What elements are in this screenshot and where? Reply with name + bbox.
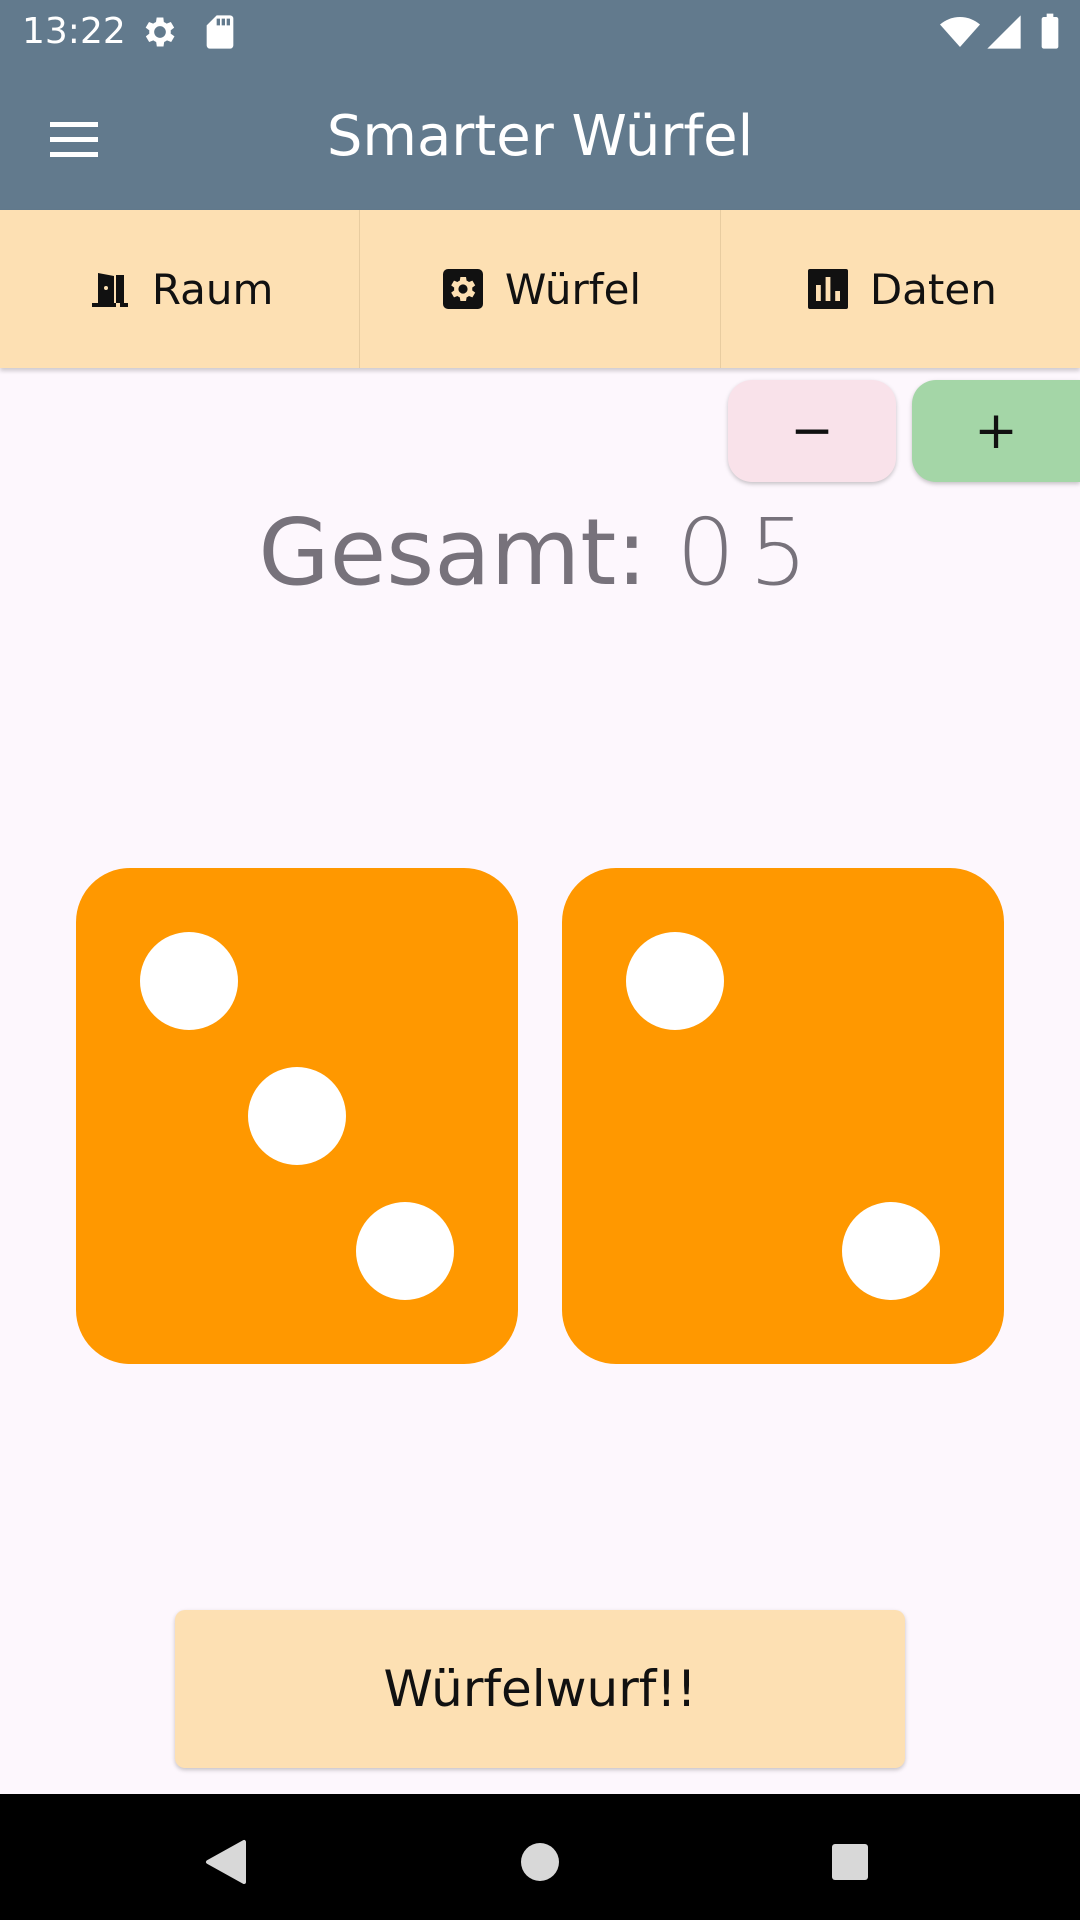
recents-icon[interactable] — [810, 1822, 890, 1902]
system-nav-bar — [0, 1794, 1080, 1920]
die-pip — [626, 932, 724, 1030]
decrease-dice-button[interactable]: − — [728, 380, 896, 482]
die-pip — [842, 1202, 940, 1300]
die-pip — [248, 1067, 346, 1165]
sd-card-icon — [206, 15, 234, 49]
die-pip — [356, 1202, 454, 1300]
door-icon — [91, 273, 128, 307]
tab-wuerfel[interactable]: Würfel — [360, 210, 721, 368]
roll-dice-button[interactable]: Würfelwurf!! — [175, 1610, 905, 1768]
bar-chart-icon — [807, 269, 848, 309]
tab-bar: Raum Würfel Daten — [0, 210, 1080, 368]
home-icon[interactable] — [500, 1822, 580, 1902]
app-title: Smarter Würfel — [326, 104, 754, 169]
tab-label: Raum — [151, 264, 274, 314]
increase-dice-button[interactable]: + — [912, 380, 1080, 482]
die[interactable] — [562, 868, 1004, 1364]
battery-icon — [1041, 13, 1059, 49]
total-display: Gesamt: 05 — [0, 498, 1080, 608]
total-value: 05 — [676, 499, 822, 606]
die-pip — [140, 932, 238, 1030]
die-settings-icon — [442, 269, 483, 309]
wifi-icon — [940, 17, 980, 47]
tab-label: Würfel — [504, 264, 642, 314]
status-time: 13:22 — [22, 11, 126, 52]
die[interactable] — [76, 868, 518, 1364]
app-bar: Smarter Würfel — [0, 64, 1080, 210]
tab-raum[interactable]: Raum — [0, 210, 361, 368]
status-bar: 13:22 — [0, 0, 1080, 64]
tab-label: Daten — [869, 264, 997, 314]
tab-daten[interactable]: Daten — [721, 210, 1080, 368]
back-icon[interactable] — [186, 1822, 266, 1902]
signal-icon — [987, 15, 1021, 49]
settings-icon — [145, 17, 175, 47]
total-label: Gesamt: — [258, 499, 648, 606]
